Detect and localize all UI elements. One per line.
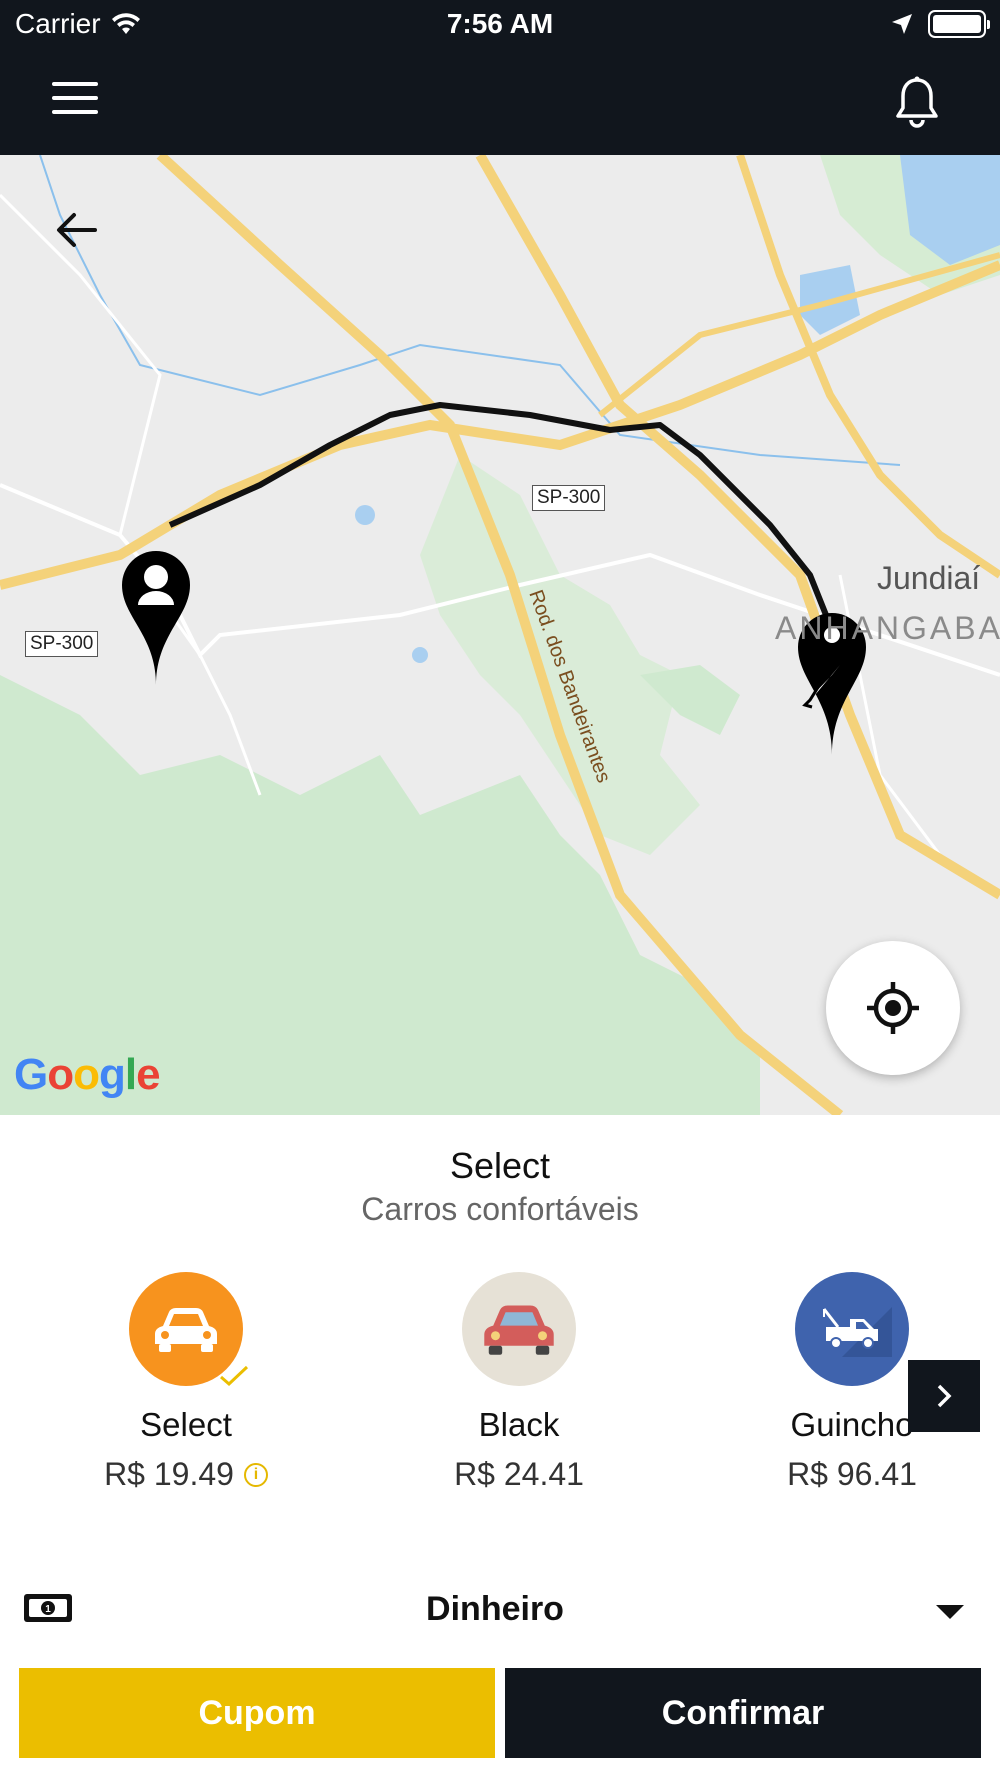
battery-icon [928,10,990,38]
selected-category-subtitle: Carros confortáveis [361,1191,639,1227]
status-right [890,10,990,38]
coupon-button[interactable]: Cupom [19,1668,495,1758]
tow-truck-icon [795,1272,909,1386]
road-shield: SP-300 [532,485,606,511]
clock: 7:56 AM [446,8,554,39]
ride-options-sheet: Select Carros confortáveis Select R$ 19.… [0,1115,1000,1778]
my-location-button[interactable] [826,941,960,1075]
vehicle-price: R$ 96.41 [742,1456,962,1493]
caret-down-icon [936,1605,964,1619]
vehicle-price: R$ 24.41 [409,1456,629,1493]
hamburger-menu-icon[interactable] [52,82,102,122]
crosshair-icon [867,982,919,1034]
location-arrow-icon [892,14,912,34]
car-icon [462,1272,576,1386]
payment-method-selector[interactable]: 1 Dinheiro [0,1570,1000,1650]
vehicle-price-value: R$ 19.49 [104,1456,234,1492]
next-vehicles-button[interactable] [908,1360,980,1432]
status-bar: Carrier 7:56 AM [0,0,1000,50]
route-map[interactable]: SP-300 SP-300 Jundiaí ANHANGABA Rod. dos… [0,155,1000,1115]
district-label: ANHANGABA [775,610,1000,646]
city-label: Jundiaí [877,560,981,596]
confirm-button[interactable]: Confirmar [505,1668,981,1758]
vehicle-price-value: R$ 96.41 [787,1456,917,1492]
info-icon[interactable]: i [243,1462,268,1487]
top-nav-bar [0,50,1000,155]
vehicle-name: Select [140,1406,232,1443]
selected-check-icon [220,1365,249,1387]
notification-bell-icon[interactable] [894,76,940,128]
payment-method-label: Dinheiro [426,1590,564,1628]
vehicle-price: R$ 19.49 i [76,1456,296,1493]
vehicle-name: Black [478,1406,560,1443]
vehicle-price-value: R$ 24.41 [454,1456,584,1492]
vehicle-option-black[interactable]: Black R$ 24.41 [409,1272,629,1502]
chevron-right-icon [937,1384,952,1408]
selected-category-title: Select [449,1145,551,1186]
back-arrow-icon[interactable] [50,205,110,255]
google-attribution: Google [14,1050,161,1099]
road-shield: SP-300 [25,631,99,657]
vehicle-option-select[interactable]: Select R$ 19.49 i [76,1272,296,1502]
